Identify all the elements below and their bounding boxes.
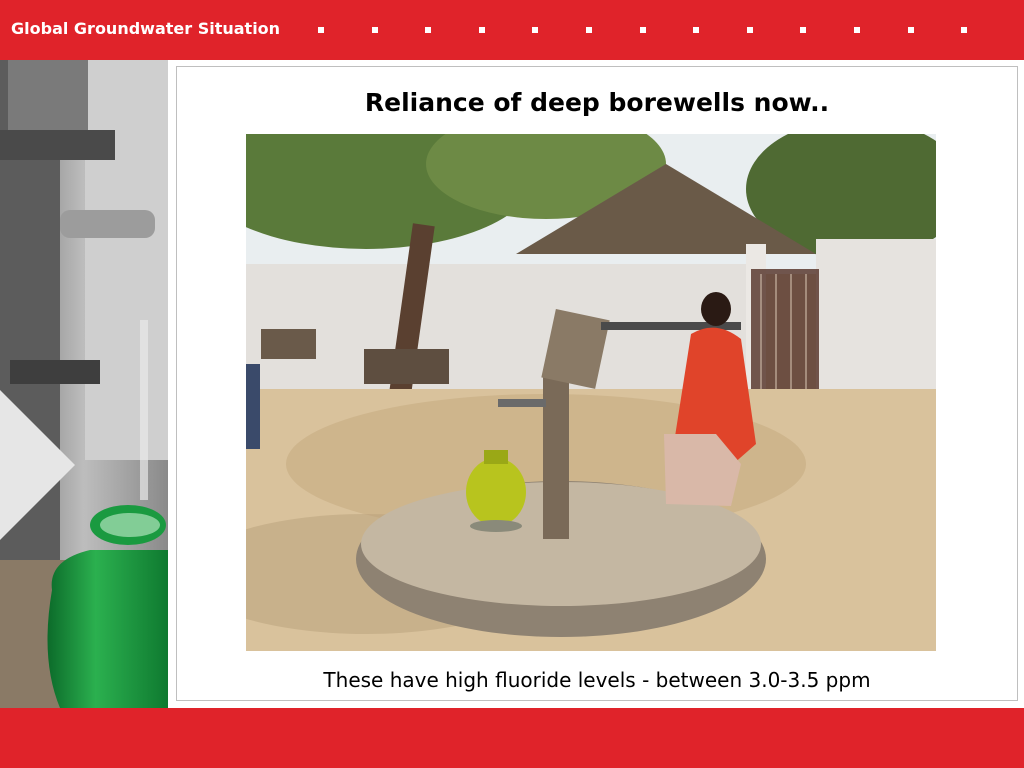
header-dot-row — [318, 27, 998, 35]
header-dot — [693, 27, 699, 33]
slide-title: Reliance of deep borewells now.. — [364, 88, 830, 117]
header-dot — [961, 27, 967, 33]
header-dot — [640, 27, 646, 33]
header-dot — [425, 27, 431, 33]
header-dot — [586, 27, 592, 33]
hand-pump-water-pot-icon — [0, 60, 168, 708]
footer-bar — [0, 708, 1024, 768]
hand-pump-scene-icon — [246, 134, 936, 651]
slide-caption: These have high fluoride levels - betwee… — [323, 668, 871, 692]
header-dot — [479, 27, 485, 33]
header-title: Global Groundwater Situation — [11, 19, 281, 38]
header-dot — [532, 27, 538, 33]
header-dot — [318, 27, 324, 33]
header-dot — [747, 27, 753, 33]
village-hand-pump-photo — [246, 134, 936, 651]
header-dot — [372, 27, 378, 33]
left-decorative-photo — [0, 60, 168, 708]
header-dot — [800, 27, 806, 33]
header-dot — [854, 27, 860, 33]
header-bar: Global Groundwater Situation — [0, 0, 1024, 60]
header-dot — [908, 27, 914, 33]
